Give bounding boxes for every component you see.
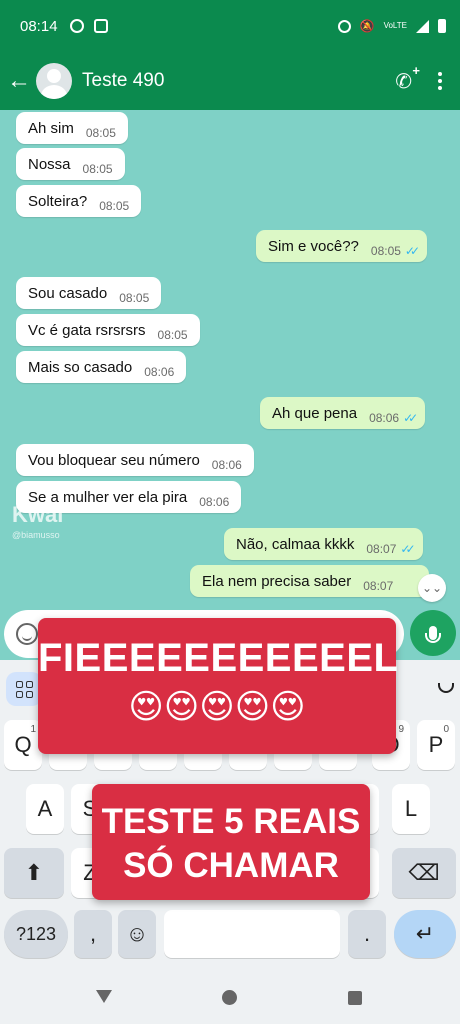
message-bubble[interactable]: Sou casado 08:05: [16, 277, 162, 309]
back-arrow-icon[interactable]: ←: [2, 67, 36, 95]
alarm-icon: [337, 19, 351, 33]
add-call-icon[interactable]: ✆ +: [395, 63, 420, 94]
keyboard-apps-icon[interactable]: [6, 672, 42, 706]
emoji-key[interactable]: ☺: [118, 910, 156, 958]
avatar[interactable]: [36, 63, 72, 99]
message-time: 08:05: [119, 291, 150, 305]
read-ticks-icon: ✓✓: [403, 411, 418, 425]
message-time: 08:07: [363, 579, 394, 593]
message-time: 08:06: [369, 411, 400, 425]
key-q[interactable]: Q1: [4, 720, 42, 770]
message-bubble[interactable]: Não, calmaa kkkk 08:07 ✓✓: [224, 528, 423, 560]
read-ticks-icon: ✓✓: [404, 244, 420, 258]
message-time: 08:05: [82, 162, 113, 176]
banner-headline: FIEEEEEEEEEEEL: [38, 636, 399, 680]
message-time: 08:05: [157, 328, 188, 342]
message-bubble[interactable]: Mais so casado 08:06: [16, 351, 187, 383]
message-bubble[interactable]: Ah sim 08:05: [16, 112, 128, 144]
battery-icon: [438, 19, 446, 33]
message-text: Ela nem precisa saber: [202, 572, 352, 590]
contact-name[interactable]: Teste 490: [82, 70, 164, 92]
message-time: 08:06: [144, 365, 175, 379]
message-time: 08:07: [366, 542, 397, 556]
promo-banner-bottom: TESTE 5 REAIS SÓ CHAMAR: [92, 784, 370, 900]
banner-emojis: 😍😍😍😍😍: [128, 688, 306, 726]
message-time: 08:05: [370, 244, 401, 258]
message-bubble[interactable]: Ela nem precisa saber 08:07: [190, 565, 430, 597]
message-text: Nossa: [28, 155, 71, 173]
message-time: 08:05: [99, 199, 130, 213]
message-time: 08:06: [199, 495, 230, 509]
promo-banner-top: FIEEEEEEEEEEEL 😍😍😍😍😍: [38, 618, 399, 754]
nav-recents-icon[interactable]: [348, 991, 362, 1005]
chat-area[interactable]: Ah sim 08:05 Nossa 08:05 Solteira? 08:05…: [0, 110, 460, 660]
status-bar: 08:14 🔕 VoLTE: [0, 0, 460, 52]
banner-text-line1: TESTE 5 REAIS: [101, 802, 361, 841]
message-bubble[interactable]: Solteira? 08:05: [16, 185, 142, 217]
scroll-down-icon[interactable]: ⌄⌄: [418, 574, 446, 602]
message-bubble[interactable]: Nossa 08:05: [16, 148, 125, 180]
enter-key[interactable]: ↵: [394, 910, 456, 958]
period-key[interactable]: .: [348, 910, 386, 958]
message-text: Sim e você??: [268, 237, 359, 255]
kwai-watermark: Kwai: [12, 502, 64, 527]
voice-message-button[interactable]: [410, 610, 456, 656]
message-text: Sou casado: [28, 284, 108, 302]
message-bubble[interactable]: Sim e você?? 08:05 ✓✓: [256, 230, 428, 262]
space-bar[interactable]: [164, 910, 340, 958]
key-p[interactable]: P0: [417, 720, 455, 770]
nav-back-icon[interactable]: [96, 990, 112, 1003]
shift-key[interactable]: ⬆: [4, 848, 64, 898]
numbers-key[interactable]: ?123: [4, 910, 68, 958]
message-text: Mais so casado: [28, 358, 133, 376]
mute-icon: 🔕: [359, 19, 375, 33]
message-time: 08:06: [211, 458, 242, 472]
system-nav-bar: [0, 970, 460, 1024]
key-l[interactable]: L: [392, 784, 430, 834]
message-text: Vc é gata rsrsrsrs: [28, 321, 146, 339]
comma-key[interactable]: ,: [74, 910, 112, 958]
message-time: 08:05: [85, 126, 116, 140]
message-text: Ah sim: [28, 119, 74, 137]
volte-label: VoLTE: [383, 21, 407, 30]
notification-icon: [69, 19, 84, 33]
signal-icon: [416, 19, 429, 33]
mic-icon: [425, 626, 441, 643]
message-bubble[interactable]: Vc é gata rsrsrsrs 08:05: [16, 314, 200, 346]
key-a[interactable]: A: [26, 784, 64, 834]
message-text: Não, calmaa kkkk: [236, 535, 355, 553]
banner-text-line2: SÓ CHAMAR: [123, 846, 339, 885]
watermark-handle: @biamusso: [12, 530, 60, 540]
message-bubble[interactable]: Vou bloquear seu número 08:06: [16, 444, 254, 476]
emoji-icon[interactable]: [16, 623, 38, 645]
chat-header: ← Teste 490 ✆ +: [0, 52, 460, 110]
message-text: Vou bloquear seu número: [28, 451, 200, 469]
overflow-menu-icon[interactable]: [438, 72, 442, 90]
screen-record-icon: [93, 19, 108, 33]
status-time: 08:14: [20, 17, 58, 35]
message-bubble[interactable]: Ah que pena 08:06 ✓✓: [260, 397, 426, 429]
message-text: Solteira?: [28, 192, 88, 210]
nav-home-icon[interactable]: [222, 990, 237, 1005]
backspace-key[interactable]: ⌫: [392, 848, 456, 898]
message-text: Ah que pena: [272, 404, 358, 422]
read-ticks-icon: ✓✓: [400, 542, 415, 556]
